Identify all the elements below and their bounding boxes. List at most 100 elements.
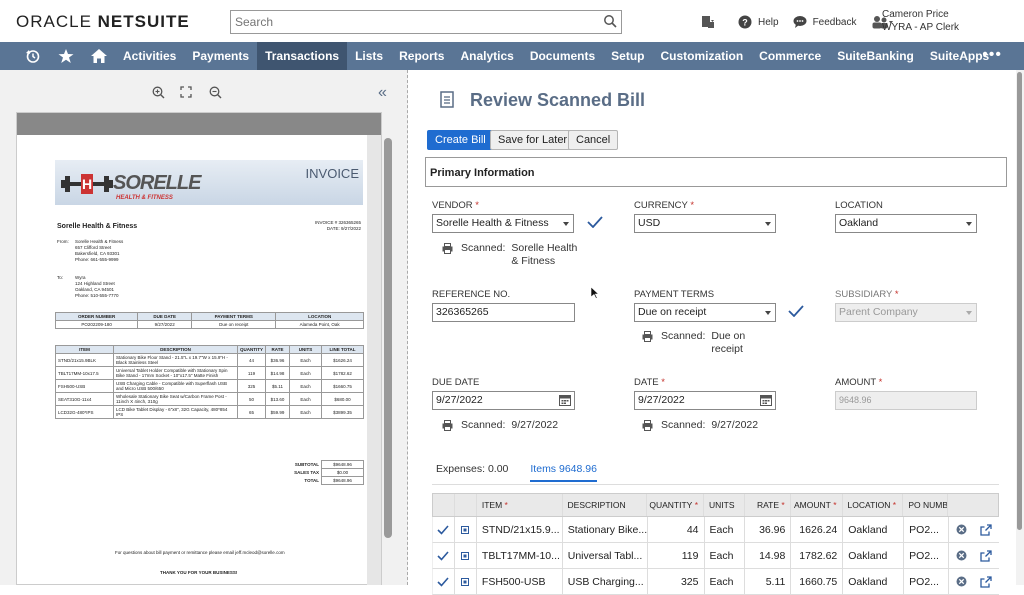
- create-bill-button[interactable]: Create Bill: [427, 130, 494, 150]
- calendar-icon[interactable]: [559, 394, 571, 406]
- nav-activities[interactable]: Activities: [115, 42, 184, 70]
- cell-location[interactable]: Oakland: [843, 517, 905, 542]
- cell-units[interactable]: Each: [705, 517, 746, 542]
- header-units[interactable]: UNITS: [704, 494, 745, 516]
- cell-po-number[interactable]: PO2...: [904, 543, 950, 568]
- table-row[interactable]: FSH500-USB USB Charging... 325 Each 5.11 1660…: [432, 569, 999, 595]
- header-description[interactable]: DESCRIPTION: [563, 494, 648, 516]
- tab-items[interactable]: Items 9648.96: [530, 463, 597, 482]
- more-menu-button[interactable]: •••: [982, 42, 1002, 68]
- cell-rate[interactable]: 14.98: [745, 543, 792, 568]
- header-spacer: [455, 494, 477, 516]
- search-icon[interactable]: [603, 14, 617, 28]
- cell-item[interactable]: STND/21x15.9...: [477, 517, 563, 542]
- row-check-icon[interactable]: [433, 569, 455, 594]
- favorites-button[interactable]: [49, 42, 82, 70]
- nav-commerce[interactable]: Commerce: [751, 42, 829, 70]
- cell-amount[interactable]: 1782.62: [791, 543, 844, 568]
- cell-rate[interactable]: 5.11: [745, 569, 792, 594]
- row-check-icon[interactable]: [433, 517, 455, 542]
- header-location[interactable]: LOCATION *: [843, 494, 904, 516]
- cell-units[interactable]: Each: [705, 543, 746, 568]
- nav-reports[interactable]: Reports: [391, 42, 452, 70]
- reference-input[interactable]: 326365265: [432, 303, 575, 322]
- global-search[interactable]: [230, 10, 622, 34]
- cell-location[interactable]: Oakland: [843, 569, 905, 594]
- netsuite-logo[interactable]: ORACLE NETSUITE: [16, 12, 190, 32]
- currency-select[interactable]: USD: [634, 214, 776, 233]
- row-expand-icon[interactable]: [455, 517, 477, 542]
- page-scrollbar[interactable]: [1016, 70, 1024, 585]
- home-button[interactable]: [82, 42, 115, 70]
- cell-item[interactable]: TBLT17MM-10...: [477, 543, 563, 568]
- chevron-down-icon: [966, 222, 972, 226]
- search-input[interactable]: [231, 11, 591, 33]
- collapse-panel-button[interactable]: «: [378, 84, 387, 102]
- cell-amount[interactable]: 1626.24: [791, 517, 844, 542]
- cell-po-number[interactable]: PO2...: [904, 569, 950, 594]
- document-scrollbar-thumb[interactable]: [384, 138, 392, 538]
- row-expand-icon[interactable]: [455, 543, 477, 568]
- cell-quantity[interactable]: 119: [648, 543, 705, 568]
- nav-setup[interactable]: Setup: [603, 42, 652, 70]
- cell-quantity[interactable]: 325: [648, 569, 705, 594]
- cell-location[interactable]: Oakland: [843, 543, 905, 568]
- zoom-out-icon[interactable]: [209, 86, 222, 99]
- nav-documents[interactable]: Documents: [522, 42, 603, 70]
- remove-icon[interactable]: [956, 524, 967, 535]
- invoice-line-cell: Each: [289, 392, 322, 406]
- row-check-icon[interactable]: [433, 543, 455, 568]
- open-external-icon[interactable]: [980, 575, 992, 588]
- primary-information-section[interactable]: Primary Information: [425, 157, 1007, 187]
- cell-description[interactable]: Universal Tabl...: [563, 543, 648, 568]
- cell-po-number[interactable]: PO2...: [904, 517, 950, 542]
- nav-payments[interactable]: Payments: [184, 42, 257, 70]
- help-button[interactable]: ? Help: [738, 15, 779, 29]
- user-info[interactable]: Cameron Price WYRA - AP Clerk: [882, 8, 959, 34]
- date-input[interactable]: 9/27/2022: [634, 391, 776, 410]
- nav-transactions[interactable]: Transactions: [257, 42, 348, 70]
- cell-description[interactable]: USB Charging...: [563, 569, 648, 594]
- due-date-input[interactable]: 9/27/2022: [432, 391, 575, 410]
- cell-rate[interactable]: 36.96: [745, 517, 792, 542]
- save-for-later-button[interactable]: Save for Later: [490, 130, 576, 150]
- header-po-number[interactable]: PO NUMBER: [903, 494, 949, 516]
- header-item[interactable]: ITEM *: [477, 494, 563, 516]
- remove-icon[interactable]: [956, 550, 967, 561]
- recent-button[interactable]: [16, 42, 49, 70]
- cell-description[interactable]: Stationary Bike...: [563, 517, 648, 542]
- cancel-button[interactable]: Cancel: [568, 130, 619, 150]
- zoom-in-icon[interactable]: [152, 86, 165, 99]
- calendar-icon[interactable]: [760, 394, 772, 406]
- cell-units[interactable]: Each: [705, 569, 746, 594]
- cell-quantity[interactable]: 44: [648, 517, 705, 542]
- open-external-icon[interactable]: [980, 523, 992, 536]
- document-scrollbar-track[interactable]: [367, 135, 381, 585]
- table-row[interactable]: TBLT17MM-10... Universal Tabl... 119 Each 14…: [432, 543, 999, 569]
- nav-lists[interactable]: Lists: [347, 42, 391, 70]
- location-select[interactable]: Oakland: [835, 214, 977, 233]
- vendor-select[interactable]: Sorelle Health & Fitness: [432, 214, 574, 233]
- payment-terms-select[interactable]: Due on receipt: [634, 303, 776, 322]
- scanned-label: Scanned:: [661, 419, 706, 431]
- tab-expenses[interactable]: Expenses: 0.00: [436, 463, 508, 482]
- cell-amount[interactable]: 1660.75: [791, 569, 844, 594]
- open-external-icon[interactable]: [980, 549, 992, 562]
- page-scrollbar-thumb[interactable]: [1017, 72, 1022, 530]
- header-rate[interactable]: RATE *: [745, 494, 791, 516]
- header-amount[interactable]: AMOUNT *: [791, 494, 843, 516]
- row-expand-icon[interactable]: [455, 569, 477, 594]
- feedback-button[interactable]: Feedback: [793, 15, 857, 29]
- nav-analytics[interactable]: Analytics: [452, 42, 521, 70]
- remove-icon[interactable]: [956, 576, 967, 587]
- help-label: Help: [758, 16, 779, 28]
- recent-records-button[interactable]: [700, 14, 716, 30]
- fit-to-page-icon[interactable]: [180, 86, 192, 98]
- nav-suitebanking[interactable]: SuiteBanking: [829, 42, 922, 70]
- table-row[interactable]: STND/21x15.9... Stationary Bike... 44 Each 3…: [432, 517, 999, 543]
- header-quantity[interactable]: QUANTITY *: [647, 494, 705, 516]
- cell-item[interactable]: FSH500-USB: [477, 569, 563, 594]
- help-icon: ?: [738, 15, 752, 29]
- nav-customization[interactable]: Customization: [653, 42, 752, 70]
- vendor-scanned-value: Sorelle Health & Fitness: [511, 242, 578, 267]
